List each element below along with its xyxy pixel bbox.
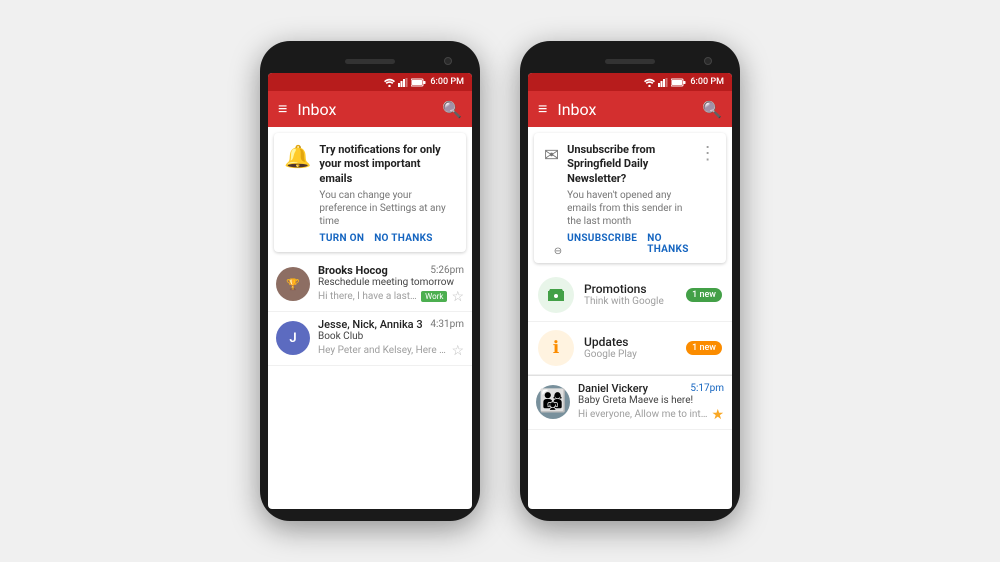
status-time-right: 6:00 PM [690,77,724,87]
updates-content: Updates Google Play [584,335,676,360]
promotions-icon [538,277,574,313]
app-title-right: Inbox [557,100,692,119]
work-badge: Work [421,291,447,302]
app-title-left: Inbox [297,100,432,119]
search-icon-left[interactable]: 🔍 [442,100,462,119]
camera-left [444,57,452,65]
status-bar-left: 6:00 PM [268,73,472,91]
email-header-2: Jesse, Nick, Annika 3 4:31pm [318,318,464,331]
email-item-1[interactable]: 🏆 Brooks Hocog 5:26pm Reschedule meeting… [268,258,472,312]
email-content-daniel: Daniel Vickery 5:17pm Baby Greta Maeve i… [578,382,724,423]
avatar-jesse: J [276,321,310,355]
speaker-right [605,59,655,64]
preview-1: Hi there, I have a last minute... [318,291,417,302]
email-list-left: 🏆 Brooks Hocog 5:26pm Reschedule meeting… [268,258,472,509]
battery-icon-right [671,78,686,87]
promotions-badge: 1 new [686,288,722,302]
right-phone-screen: 6:00 PM ≡ Inbox 🔍 ✉ ⊖ Unsubscribe from S… [528,73,732,509]
updates-name: Updates [584,335,676,349]
camera-right [704,57,712,65]
no-thanks-button-left[interactable]: NO THANKS [374,233,433,244]
notif-actions-left: TURN ON NO THANKS [319,233,456,244]
sender-daniel: Daniel Vickery [578,382,648,395]
meta-1: Hi there, I have a last minute... Work ☆ [318,289,464,305]
status-time-left: 6:00 PM [430,77,464,87]
subject-1: Reschedule meeting tomorrow [318,277,464,288]
avatar-daniel: 👨‍👩‍👧 [536,385,570,419]
notif-desc-left: You can change your preference in Settin… [319,189,456,228]
signal-icon [398,78,408,87]
left-phone: 6:00 PM ≡ Inbox 🔍 🔔 Try notifications fo… [260,41,480,521]
email-content-1: Brooks Hocog 5:26pm Reschedule meeting t… [318,264,464,305]
star-1[interactable]: ☆ [451,289,464,305]
time-2: 4:31pm [430,319,464,330]
preview-2: Hey Peter and Kelsey, Here is the list..… [318,345,447,356]
left-phone-screen: 6:00 PM ≡ Inbox 🔍 🔔 Try notifications fo… [268,73,472,509]
more-options-icon[interactable]: ⋮ [699,143,717,164]
subject-daniel: Baby Greta Maeve is here! [578,395,724,406]
meta-daniel: Hi everyone, Allow me to intro... ★ [578,407,724,423]
avatar-brooks: 🏆 [276,267,310,301]
hamburger-icon-left[interactable]: ≡ [278,101,287,117]
promotions-name: Promotions [584,282,676,296]
promotions-content: Promotions Think with Google [584,282,676,307]
notification-card-right: ✉ ⊖ Unsubscribe from Springfield Daily N… [534,133,726,263]
promotions-desc: Think with Google [584,296,676,307]
preview-daniel: Hi everyone, Allow me to intro... [578,409,707,420]
updates-desc: Google Play [584,349,676,360]
battery-icon [411,78,426,87]
bell-icon: 🔔 [284,145,311,244]
subject-2: Book Club [318,331,464,342]
star-2[interactable]: ☆ [451,343,464,359]
email-content-2: Jesse, Nick, Annika 3 4:31pm Book Club H… [318,318,464,359]
updates-icon: ℹ [538,330,574,366]
notif-title-left: Try notifications for only your most imp… [319,143,456,186]
hamburger-icon-right[interactable]: ≡ [538,101,547,117]
phone-top-bar-right [528,53,732,69]
signal-icon-right [658,78,668,87]
email-header-daniel: Daniel Vickery 5:17pm [578,382,724,395]
phone-top-bar-left [268,53,472,69]
time-1: 5:26pm [430,265,464,276]
sender-2: Jesse, Nick, Annika 3 [318,318,423,331]
notif-actions-right: UNSUBSCRIBE NO THANKS [567,233,689,255]
turn-on-button[interactable]: TURN ON [319,233,364,244]
mail-block-icon: ✉ ⊖ [544,145,559,255]
time-daniel: 5:17pm [690,383,724,394]
notif-content-right: Unsubscribe from Springfield Daily Newsl… [567,143,689,255]
email-item-daniel[interactable]: 👨‍👩‍👧 Daniel Vickery 5:17pm Baby Greta M… [528,376,732,430]
unsubscribe-button[interactable]: UNSUBSCRIBE [567,233,637,255]
status-icons-left [384,78,426,87]
wifi-icon [384,78,395,87]
notif-desc-right: You haven't opened any emails from this … [567,189,689,228]
speaker-left [345,59,395,64]
notif-title-right: Unsubscribe from Springfield Daily Newsl… [567,143,689,186]
no-thanks-button-right[interactable]: NO THANKS [647,233,688,255]
email-header-1: Brooks Hocog 5:26pm [318,264,464,277]
search-icon-right[interactable]: 🔍 [702,100,722,119]
category-updates[interactable]: ℹ Updates Google Play 1 new [528,322,732,375]
status-bar-right: 6:00 PM [528,73,732,91]
star-daniel[interactable]: ★ [711,407,724,423]
email-item-2[interactable]: J Jesse, Nick, Annika 3 4:31pm Book Club… [268,312,472,366]
right-phone: 6:00 PM ≡ Inbox 🔍 ✉ ⊖ Unsubscribe from S… [520,41,740,521]
notif-content-left: Try notifications for only your most imp… [319,143,456,244]
wifi-icon-right [644,78,655,87]
notification-card-left: 🔔 Try notifications for only your most i… [274,133,466,252]
status-icons-right [644,78,686,87]
app-bar-left: ≡ Inbox 🔍 [268,91,472,127]
category-promotions[interactable]: Promotions Think with Google 1 new [528,269,732,322]
category-list-right: Promotions Think with Google 1 new ℹ Upd… [528,269,732,509]
sender-1: Brooks Hocog [318,264,388,277]
updates-badge: 1 new [686,341,722,355]
app-bar-right: ≡ Inbox 🔍 [528,91,732,127]
meta-2: Hey Peter and Kelsey, Here is the list..… [318,343,464,359]
